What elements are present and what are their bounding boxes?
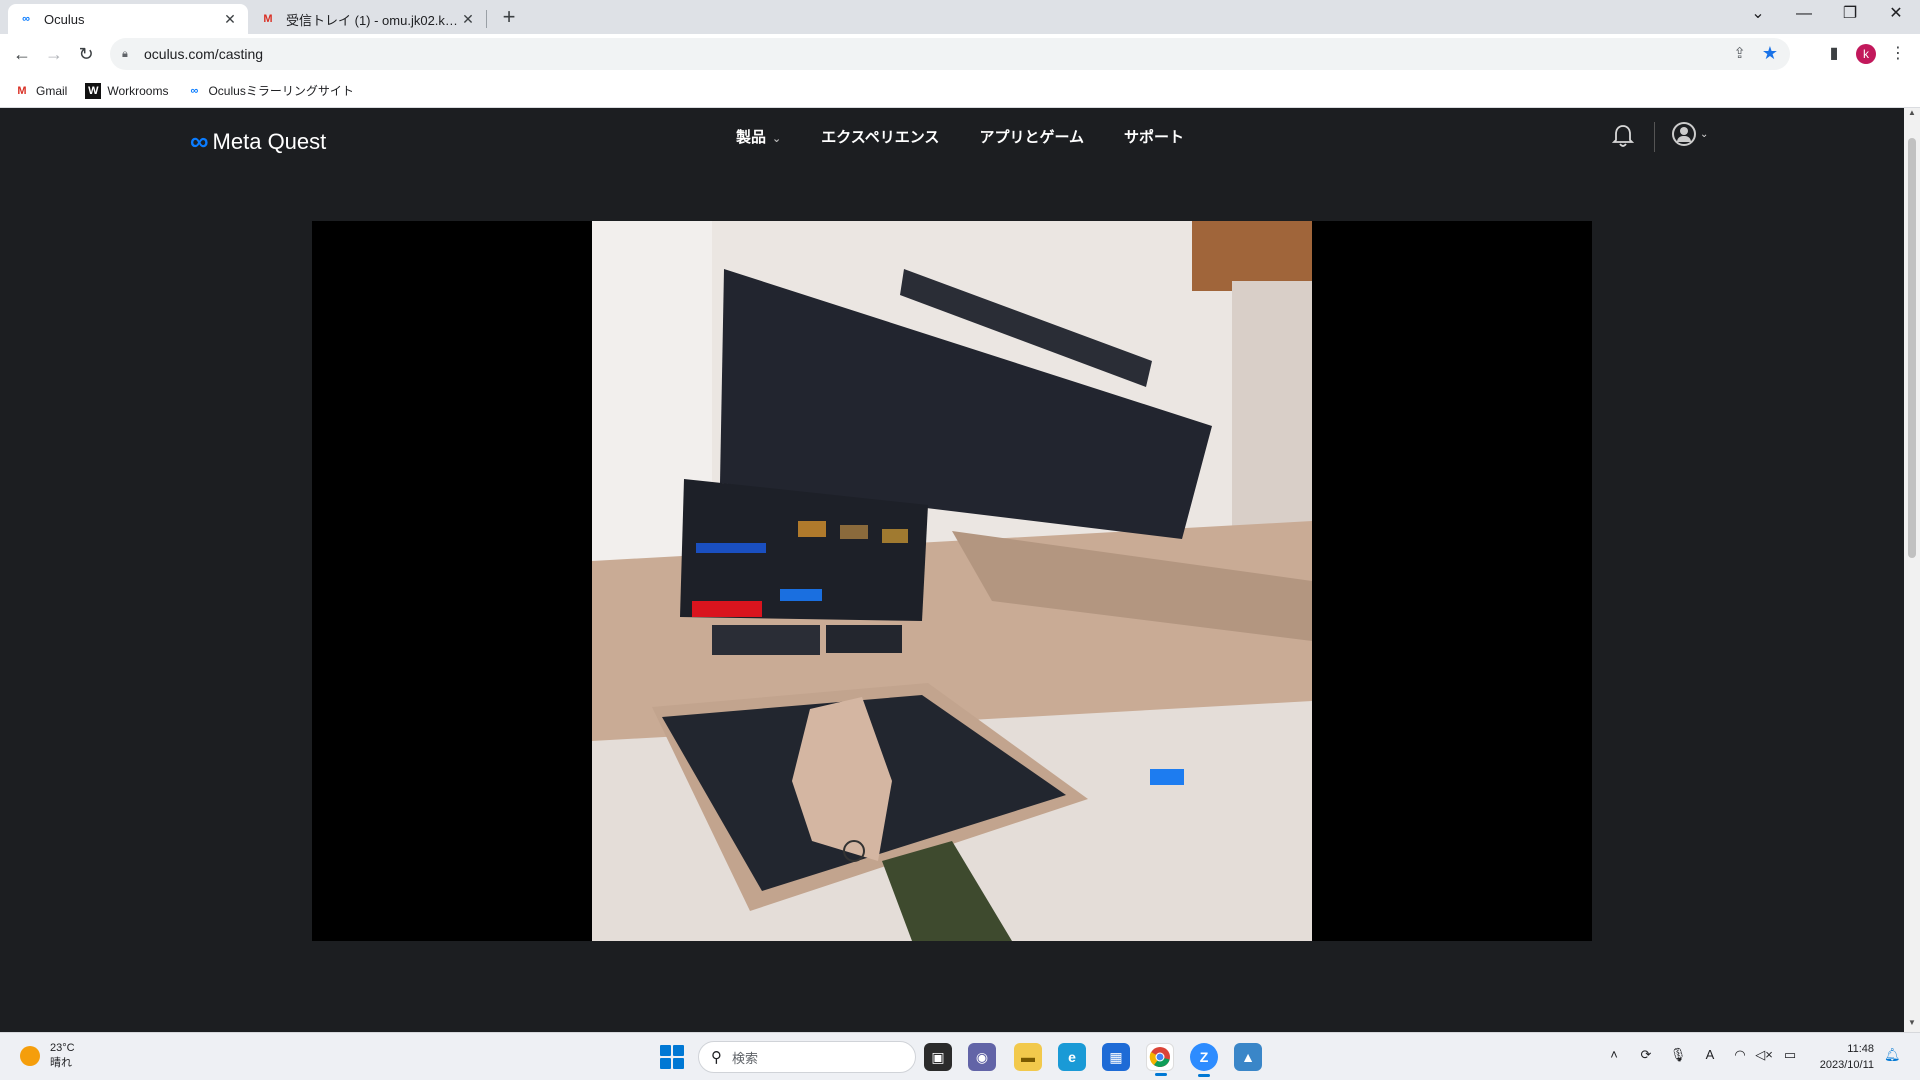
vr-cast-video[interactable] [592,221,1312,941]
scrollbar-thumb[interactable] [1908,138,1916,558]
nav-apps-games[interactable]: アプリとゲーム [979,126,1084,147]
ime-icon[interactable]: A [1700,1047,1720,1067]
page-scrollbar[interactable]: ▲ ▼ [1904,108,1920,1032]
zoom-icon[interactable]: Z [1190,1043,1218,1077]
casting-video-frame [312,221,1592,941]
photos-icon[interactable]: ▲ [1234,1043,1262,1071]
chevron-down-icon: ⌄ [1700,128,1709,140]
share-icon[interactable]: ⇪ [1733,44,1746,62]
teams-chat-icon[interactable]: ◉ [968,1043,996,1071]
clock-date: 2023/10/11 [1819,1059,1874,1071]
tab-oculus[interactable]: ∞ Oculus ✕ [8,4,248,34]
reload-button[interactable]: ↻ [72,40,100,68]
scroll-down-icon[interactable]: ▼ [1904,1018,1920,1032]
meta-quest-logo[interactable]: ∞ Meta Quest [190,126,326,157]
weather-widget[interactable]: 23°C 晴れ [20,1041,75,1071]
gmail-icon: M [263,13,273,25]
windows-taskbar: 23°C 晴れ ⚲ 検索 ▣ ◉ ▬ e ▦ Z ▲ ˄ ⟳ 🎙︎ A ◠ ◁×… [0,1032,1920,1080]
nav-experiences[interactable]: エクスペリエンス [821,126,939,147]
file-explorer-icon[interactable]: ▬ [1014,1043,1042,1071]
battery-icon[interactable]: ▭ [1780,1047,1800,1067]
bookmark-gmail[interactable]: M Gmail [14,83,67,99]
chevron-up-icon[interactable]: ˄ [1604,1047,1624,1067]
close-icon[interactable]: ✕ [222,11,238,27]
tab-title: 受信トレイ (1) - omu.jk02.kosen@ [286,12,460,28]
sync-icon[interactable]: ⟳ [1636,1047,1656,1067]
bookmark-workrooms[interactable]: W Workrooms [85,82,169,99]
close-icon[interactable]: ✕ [460,11,476,27]
tab-title: Oculus [44,11,85,27]
url-text: oculus.com/casting [144,46,264,62]
weather-temp: 23°C [50,1042,75,1054]
nav-label: サポート [1124,129,1185,146]
new-tab-button[interactable]: + [496,5,522,31]
speaker-muted-icon[interactable]: ◁× [1754,1047,1774,1067]
header-divider [1654,122,1655,152]
edge-icon[interactable]: e [1058,1043,1086,1071]
menu-icon[interactable]: ⋮ [1886,42,1910,66]
casting-page: ∞ Meta Quest 製品 ⌄ エクスペリエンス アプリとゲーム サポート ⌄ [0,108,1904,1032]
nav-label: アプリとゲーム [979,129,1084,146]
meta-icon: ∞ [22,13,30,25]
clock-time: 11:48 [1847,1043,1874,1055]
windows-start-button[interactable] [660,1045,684,1069]
profile-avatar[interactable]: k [1856,44,1876,64]
workrooms-icon: W [85,82,102,99]
sun-icon [20,1046,40,1066]
chevron-down-icon: ⌄ [772,133,782,145]
tab-gmail[interactable]: M 受信トレイ (1) - omu.jk02.kosen@ ✕ [250,4,486,34]
ms-store-icon[interactable]: ▦ [1102,1043,1130,1071]
notification-bell-icon[interactable]: 🔔︎ [1884,1047,1901,1063]
bookmark-oculus-mirroring[interactable]: ∞ Oculusミラーリングサイト [186,82,354,99]
lock-icon[interactable]: 🔒︎ [122,48,136,61]
chrome-icon[interactable] [1146,1043,1174,1076]
account-icon [1672,122,1696,146]
nav-label: エクスペリエンス [821,129,940,146]
tab-search-button[interactable]: ⌄ [1736,0,1780,30]
meta-icon: ∞ [190,84,199,97]
nav-label: 製品 [736,129,767,146]
address-bar[interactable]: 🔒︎ oculus.com/casting ⇪ ★ [110,38,1790,70]
vr-scene-image [592,221,1312,941]
search-placeholder: 検索 [732,1050,759,1066]
search-icon: ⚲ [711,1049,722,1066]
restore-button[interactable]: ❐ [1828,0,1872,30]
bookmark-label: Workrooms [107,83,169,98]
browser-toolbar: ← → ↻ 🔒︎ oculus.com/casting ⇪ ★ ▮ k ⋮ [0,34,1920,74]
notifications-bell-icon[interactable] [1610,124,1636,150]
bookmark-star-icon[interactable]: ★ [1762,43,1778,64]
forward-button[interactable]: → [40,40,68,68]
weather-desc: 晴れ [50,1057,72,1069]
taskbar-search-box[interactable]: ⚲ 検索 [698,1041,916,1073]
wifi-icon[interactable]: ◠ [1730,1047,1750,1067]
bookmark-label: Oculusミラーリングサイト [208,84,354,98]
bookmarks-bar: M Gmail W Workrooms ∞ Oculusミラーリングサイト [0,74,1920,108]
gmail-icon: M [17,84,27,97]
account-menu[interactable]: ⌄ [1672,122,1708,146]
scroll-up-icon[interactable]: ▲ [1904,108,1920,122]
side-panel-icon[interactable]: ▮ [1822,42,1846,66]
tab-divider [486,10,487,28]
nav-support[interactable]: サポート [1124,126,1184,147]
logo-text: Meta Quest [212,128,327,154]
minimize-button[interactable]: — [1782,0,1826,30]
meta-icon: ∞ [190,126,209,156]
tab-strip: ∞ Oculus ✕ M 受信トレイ (1) - omu.jk02.kosen@… [0,0,1920,34]
microphone-icon[interactable]: 🎙︎ [1668,1047,1688,1067]
back-button[interactable]: ← [8,40,36,68]
task-view-icon[interactable]: ▣ [924,1043,952,1071]
site-nav: 製品 ⌄ エクスペリエンス アプリとゲーム サポート [736,126,1184,147]
nav-products[interactable]: 製品 ⌄ [736,126,781,147]
system-clock[interactable]: 11:48 2023/10/11 [1812,1041,1874,1073]
close-window-button[interactable]: ✕ [1874,0,1918,30]
bookmark-label: Gmail [36,83,68,98]
